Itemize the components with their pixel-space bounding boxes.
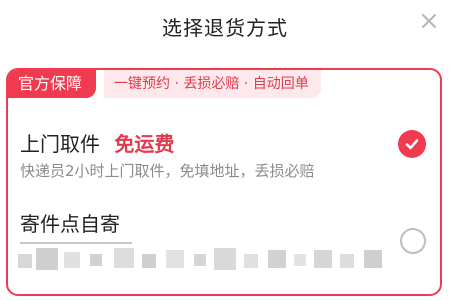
- redaction-block: [64, 252, 80, 268]
- official-guarantee-tag: 官方保障: [8, 70, 97, 98]
- redaction-block: [36, 248, 58, 270]
- redaction-block: [364, 250, 382, 268]
- redaction-block: [166, 250, 184, 268]
- redaction-block: [90, 254, 102, 266]
- guarantee-features-tag: 一键预约 · 丢损必赔 · 自动回单: [104, 70, 321, 98]
- redaction-block: [214, 248, 236, 270]
- redacted-address-text: [18, 242, 398, 290]
- close-icon[interactable]: [418, 10, 440, 32]
- return-method-sheet: 选择退货方式 官方保障 一键预约 · 丢损必赔 · 自动回单 上门取件 免运费 …: [0, 0, 450, 300]
- option-door-pickup-title[interactable]: 上门取件 免运费: [20, 128, 174, 157]
- return-options-card: 官方保障 一键预约 · 丢损必赔 · 自动回单 上门取件 免运费 快递员2小时上…: [6, 68, 442, 296]
- option-door-pickup-label: 上门取件: [20, 132, 100, 156]
- radio-unselected-icon[interactable]: [400, 228, 426, 254]
- card-tags: 官方保障 一键预约 · 丢损必赔 · 自动回单: [8, 70, 440, 98]
- redaction-block: [114, 248, 134, 268]
- redaction-block: [142, 254, 156, 268]
- option-door-pickup-desc: 快递员2小时上门取件，免填地址，丢损必赔: [20, 162, 315, 180]
- redaction-block: [244, 254, 258, 268]
- sheet-title: 选择退货方式: [162, 16, 288, 40]
- checkmark-icon[interactable]: [398, 130, 426, 158]
- redaction-block: [314, 250, 332, 268]
- redaction-block: [194, 254, 206, 266]
- redaction-block: [294, 254, 306, 266]
- free-shipping-badge: 免运费: [114, 132, 175, 156]
- option-self-dropoff-title[interactable]: 寄件点自寄: [20, 208, 120, 237]
- redaction-block: [268, 250, 286, 268]
- redaction-block: [340, 254, 354, 268]
- redaction-block: [18, 254, 32, 268]
